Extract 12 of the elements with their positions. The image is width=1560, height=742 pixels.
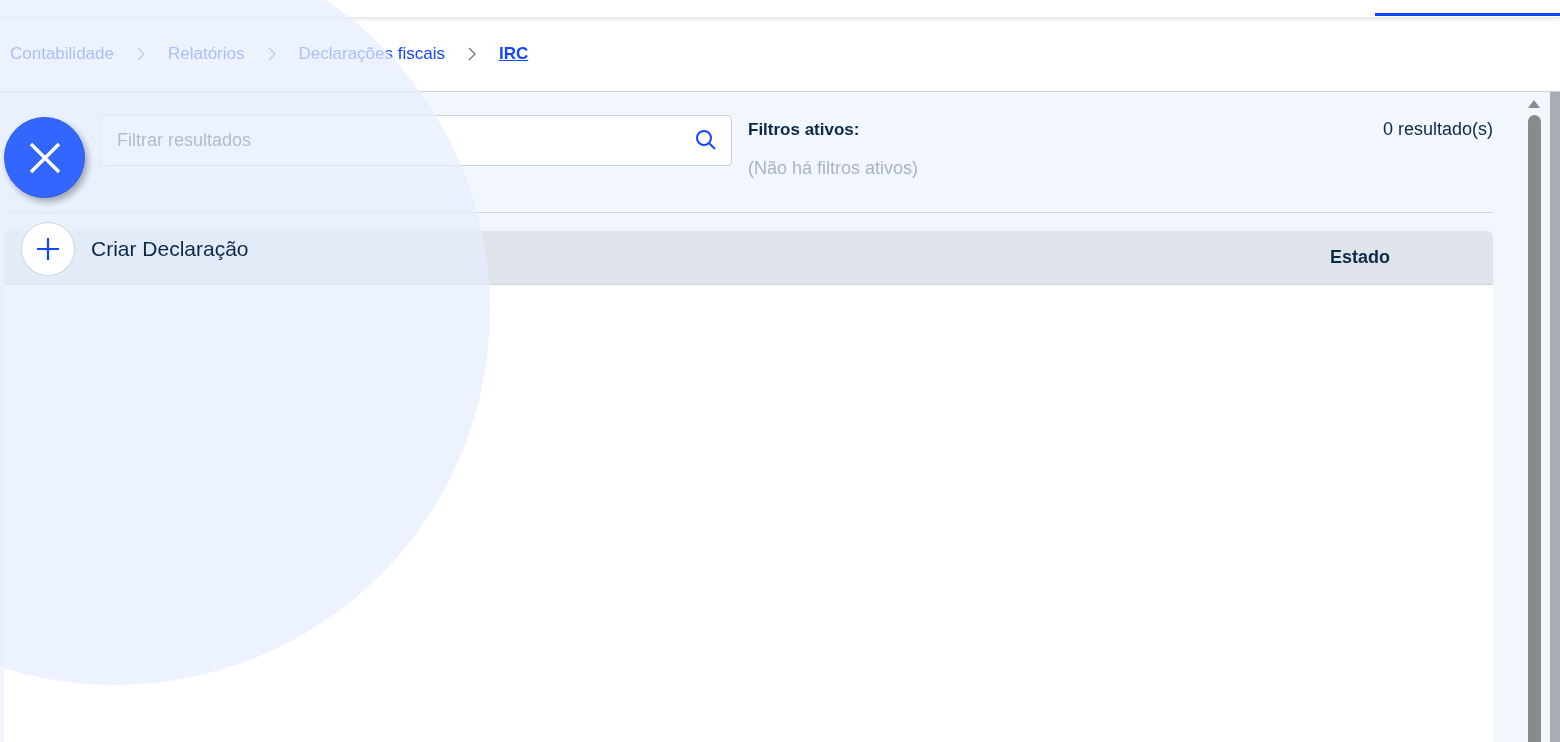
action-label[interactable]: Criar Declaração bbox=[91, 237, 249, 261]
scroll-up-icon[interactable] bbox=[1527, 99, 1541, 109]
active-filters-label: Filtros ativos: bbox=[748, 120, 861, 140]
plus-icon bbox=[36, 237, 60, 261]
breadcrumb-link[interactable]: IRC bbox=[498, 44, 529, 64]
breadcrumb-link[interactable]: Declarações fiscais bbox=[298, 44, 445, 64]
chevron-right-icon bbox=[466, 46, 477, 62]
search-icon bbox=[694, 128, 718, 152]
scrollbar-thumb[interactable] bbox=[1527, 115, 1541, 742]
column-header[interactable]: Estado bbox=[1330, 247, 1390, 268]
no-filters-text: (Não há filtros ativos) bbox=[748, 158, 920, 179]
results-count: 0 resultado(s) bbox=[1382, 118, 1493, 140]
